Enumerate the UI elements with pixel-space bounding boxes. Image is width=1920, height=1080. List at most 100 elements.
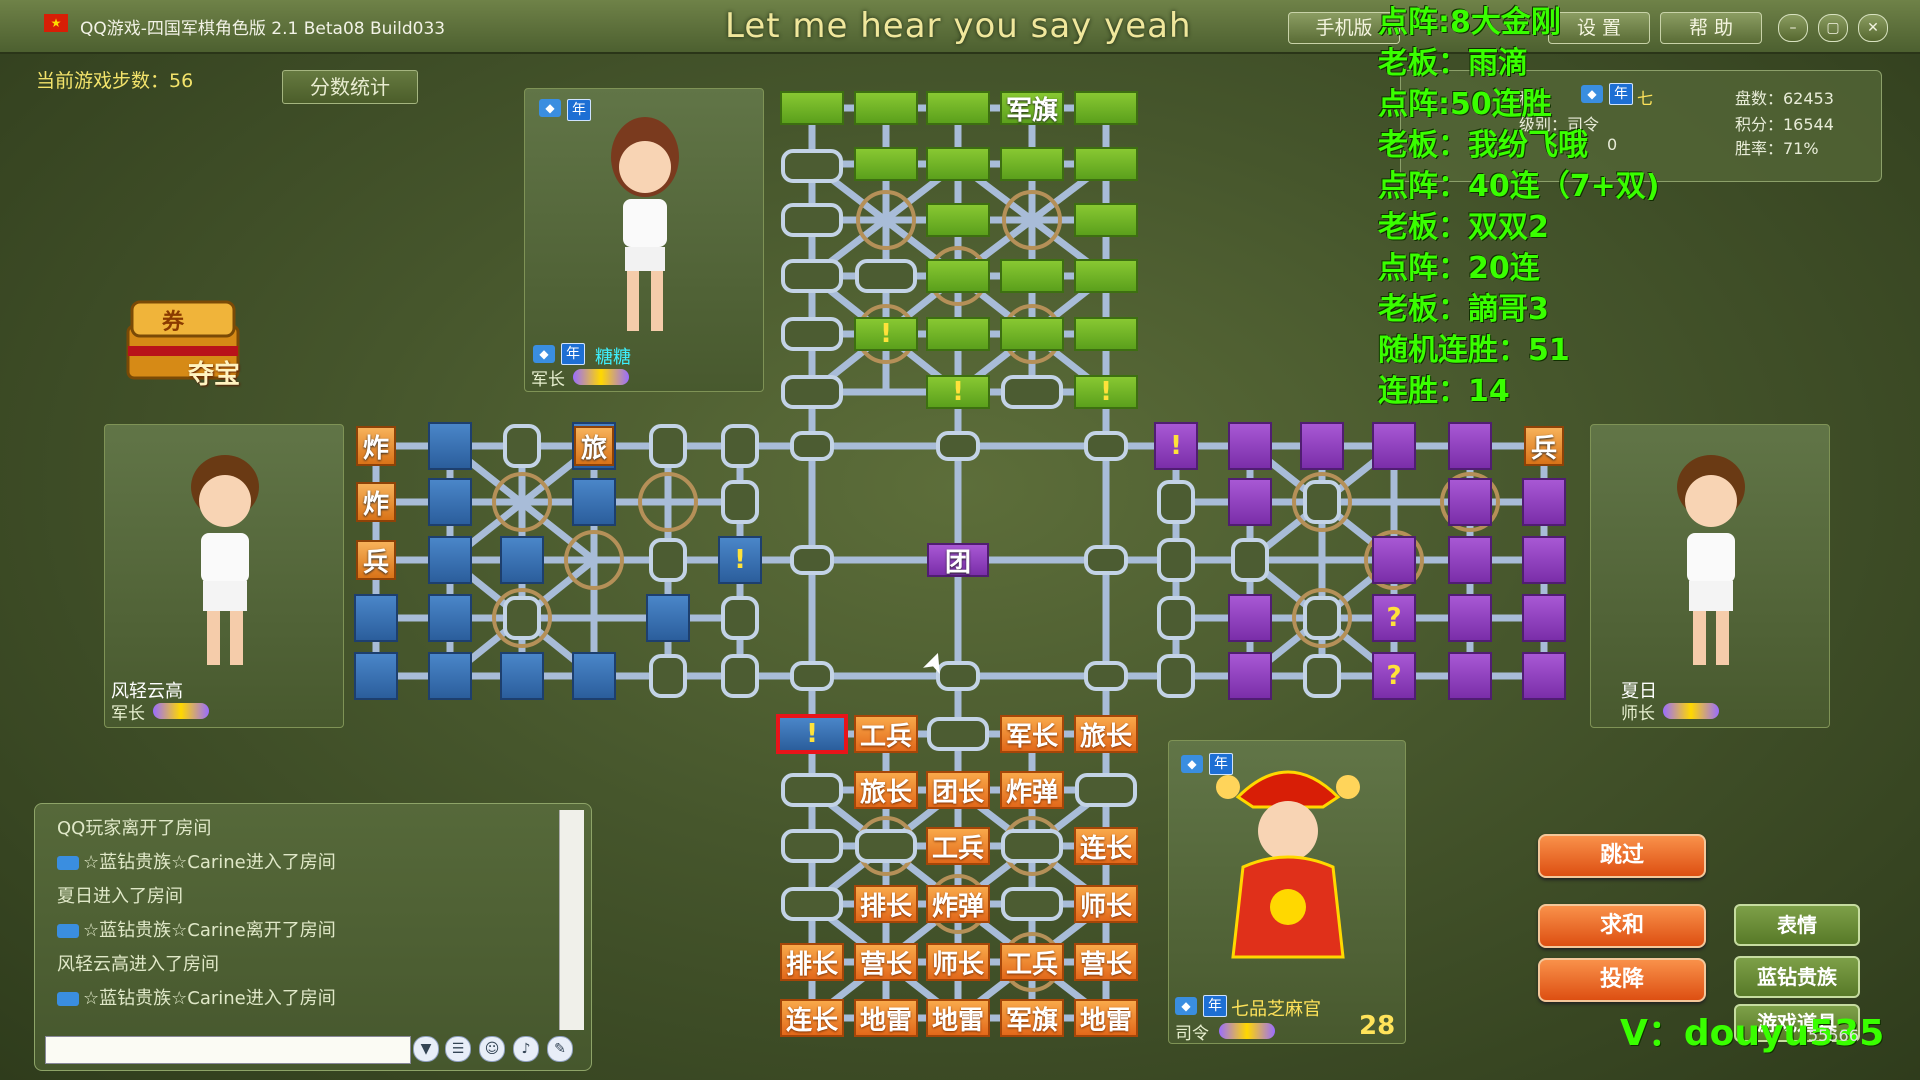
purple-piece[interactable]	[1228, 594, 1272, 642]
green-piece[interactable]: !	[854, 317, 918, 351]
purple-marked-piece[interactable]: ?	[1372, 594, 1416, 642]
green-piece[interactable]	[1000, 317, 1064, 351]
blue-piece[interactable]	[646, 594, 690, 642]
smiley-icon[interactable]: ☺	[479, 1036, 505, 1062]
blue-piece[interactable]	[354, 594, 398, 642]
orange-piece[interactable]: 炸弹	[926, 885, 990, 923]
stats-line: 点阵：40连（7+双)	[1378, 169, 1660, 204]
purple-piece[interactable]	[1448, 594, 1492, 642]
piece-label: 炸	[362, 433, 389, 464]
piece-label: 排长	[859, 891, 912, 922]
purple-regiment-piece[interactable]: 团	[927, 543, 989, 578]
blue-tag-piece[interactable]: 炸	[356, 426, 396, 466]
orange-piece[interactable]: 工兵	[926, 827, 990, 865]
orange-piece[interactable]: 炸弹	[1000, 771, 1064, 809]
emote-button[interactable]: 表情	[1734, 904, 1860, 946]
purple-tag-piece[interactable]: 兵	[1524, 426, 1564, 466]
blue-piece[interactable]	[500, 652, 544, 700]
orange-piece[interactable]: 团长	[926, 771, 990, 809]
chat-scrollbar[interactable]	[559, 810, 584, 1030]
purple-piece[interactable]	[1228, 422, 1272, 470]
orange-piece[interactable]: 地雷	[1074, 999, 1138, 1037]
orange-piece[interactable]: 地雷	[926, 999, 990, 1037]
green-piece[interactable]	[854, 91, 918, 125]
green-piece[interactable]	[1074, 259, 1138, 293]
green-piece[interactable]	[1074, 91, 1138, 125]
orange-piece[interactable]: 连长	[1074, 827, 1138, 865]
blue-piece[interactable]	[428, 594, 472, 642]
speaker-icon[interactable]: ♪	[513, 1036, 539, 1062]
purple-piece[interactable]	[1522, 536, 1566, 584]
green-piece[interactable]	[926, 203, 990, 237]
green-piece[interactable]	[926, 259, 990, 293]
blue-tag-piece[interactable]: 旅	[574, 426, 614, 466]
chat-bubble-icon[interactable]: ☰	[445, 1036, 471, 1062]
orange-piece[interactable]: 军长	[1000, 715, 1064, 753]
blue-tag-piece[interactable]: 炸	[356, 482, 396, 522]
purple-piece[interactable]	[1228, 652, 1272, 700]
purple-piece[interactable]	[1372, 536, 1416, 584]
orange-piece[interactable]: 地雷	[854, 999, 918, 1037]
green-piece[interactable]: 军旗	[1000, 91, 1064, 126]
purple-piece[interactable]	[1228, 478, 1272, 526]
green-piece[interactable]	[854, 147, 918, 181]
orange-piece[interactable]: 排长	[780, 943, 844, 981]
orange-piece[interactable]: 工兵	[1000, 943, 1064, 981]
orange-piece[interactable]: 旅长	[854, 771, 918, 809]
purple-piece[interactable]	[1448, 478, 1492, 526]
green-piece[interactable]: !	[926, 375, 990, 409]
chat-input[interactable]	[45, 1036, 411, 1064]
blue-piece[interactable]	[428, 478, 472, 526]
purple-piece[interactable]	[1448, 652, 1492, 700]
blue-marked-piece[interactable]: !	[718, 536, 762, 584]
purple-piece[interactable]	[1522, 594, 1566, 642]
green-piece[interactable]	[1074, 147, 1138, 181]
purple-piece[interactable]	[1448, 536, 1492, 584]
purple-piece[interactable]	[1300, 422, 1344, 470]
orange-piece[interactable]: 营长	[854, 943, 918, 981]
green-piece[interactable]	[1000, 147, 1064, 181]
blue-tag-piece[interactable]: 兵	[356, 540, 396, 580]
blue-diamond-button[interactable]: 蓝钻贵族	[1734, 956, 1860, 998]
green-piece[interactable]	[926, 317, 990, 351]
green-piece[interactable]: !	[1074, 375, 1138, 409]
blue-piece[interactable]	[428, 422, 472, 470]
purple-piece[interactable]	[1372, 422, 1416, 470]
piece-label: 旅长	[1079, 721, 1132, 752]
piece-label: 工兵	[859, 721, 912, 752]
skip-button[interactable]: 跳过	[1538, 834, 1706, 878]
green-piece[interactable]	[1074, 317, 1138, 351]
piece-label: !	[880, 319, 892, 349]
peace-button[interactable]: 求和	[1538, 904, 1706, 948]
green-piece[interactable]	[926, 147, 990, 181]
chat-message: ☆蓝钻贵族☆Carine离开了房间	[57, 916, 336, 942]
orange-piece[interactable]: 连长	[780, 999, 844, 1037]
selected-blue-piece[interactable]: !	[776, 714, 848, 754]
dropdown-arrow-icon[interactable]: ▼	[413, 1036, 439, 1062]
purple-marked-piece[interactable]: ?	[1372, 652, 1416, 700]
tool-icon[interactable]: ✎	[547, 1036, 573, 1062]
blue-piece[interactable]	[354, 652, 398, 700]
blue-piece[interactable]	[428, 536, 472, 584]
blue-piece[interactable]	[500, 536, 544, 584]
blue-piece[interactable]	[428, 652, 472, 700]
orange-piece[interactable]: 营长	[1074, 943, 1138, 981]
purple-piece[interactable]	[1448, 422, 1492, 470]
blue-piece[interactable]	[572, 652, 616, 700]
orange-piece[interactable]: 排长	[854, 885, 918, 923]
green-piece[interactable]	[780, 91, 844, 125]
orange-piece[interactable]: 工兵	[854, 715, 918, 753]
orange-piece[interactable]: 军旗	[1000, 999, 1064, 1037]
surrender-button[interactable]: 投降	[1538, 958, 1706, 1002]
piece-label: 兵	[362, 547, 389, 578]
purple-piece[interactable]	[1522, 478, 1566, 526]
orange-piece[interactable]: 师长	[926, 943, 990, 981]
purple-piece[interactable]	[1522, 652, 1566, 700]
green-piece[interactable]	[1074, 203, 1138, 237]
purple-marked-piece[interactable]: !	[1154, 422, 1198, 470]
blue-piece[interactable]	[572, 478, 616, 526]
orange-piece[interactable]: 师长	[1074, 885, 1138, 923]
green-piece[interactable]	[1000, 259, 1064, 293]
orange-piece[interactable]: 旅长	[1074, 715, 1138, 753]
green-piece[interactable]	[926, 91, 990, 125]
